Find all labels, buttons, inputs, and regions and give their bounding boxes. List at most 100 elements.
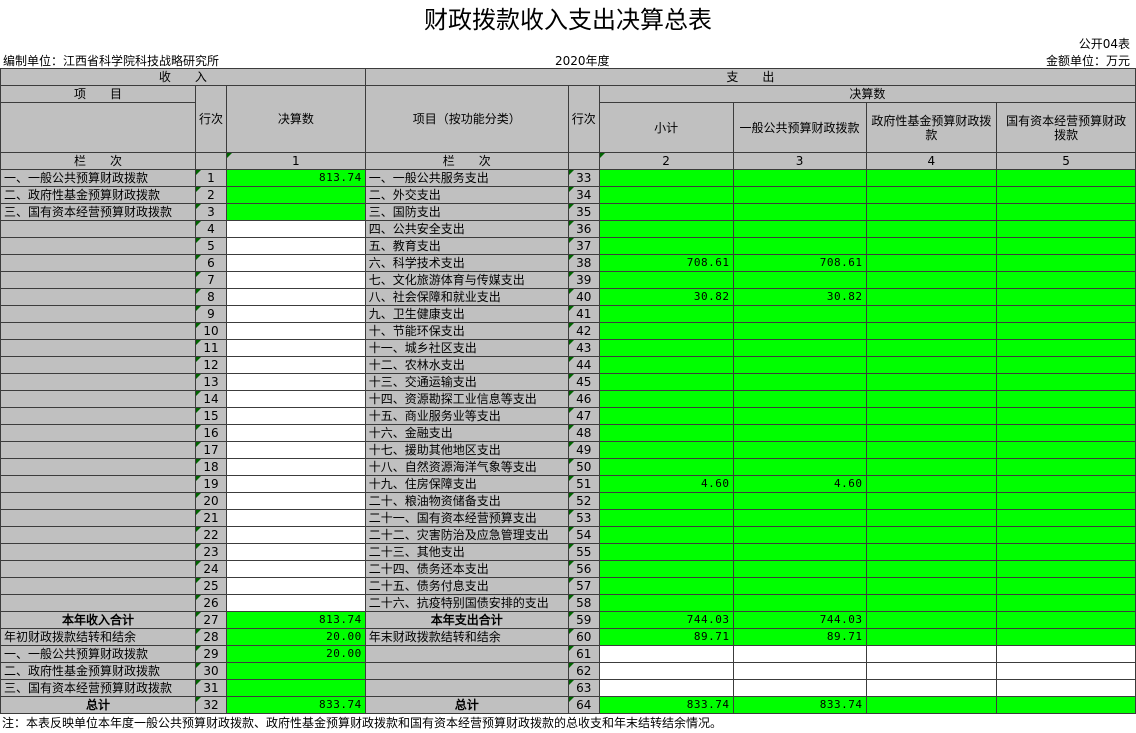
state-capital-cell[interactable] [996,526,1136,544]
general-budget-cell[interactable] [732,492,867,510]
gov-fund-cell[interactable] [865,220,998,238]
state-capital-cell[interactable] [996,271,1136,289]
general-budget-cell[interactable] [732,373,867,391]
state-capital-cell[interactable] [996,475,1136,493]
end-balance-state-capital[interactable] [996,628,1136,646]
general-budget-cell[interactable] [732,458,867,476]
general-budget-cell[interactable]: 4.60 [732,475,867,493]
gov-fund-cell[interactable] [865,543,998,561]
general-budget-cell[interactable] [732,407,867,425]
income-amount-cell[interactable] [225,373,366,391]
income-amount-cell[interactable] [225,356,366,374]
end-general-general[interactable] [732,645,867,663]
gov-fund-cell[interactable] [865,441,998,459]
general-budget-cell[interactable] [732,186,867,204]
general-budget-cell[interactable] [732,390,867,408]
general-budget-cell[interactable] [732,305,867,323]
general-budget-cell[interactable]: 30.82 [732,288,867,306]
subtotal-cell[interactable] [598,203,734,221]
end-gov-state-capital[interactable] [996,662,1136,680]
grand-income-total-amount[interactable]: 833.74 [225,696,366,714]
income-amount-cell[interactable] [225,526,366,544]
income-amount-cell[interactable] [225,186,366,204]
state-capital-cell[interactable] [996,543,1136,561]
end-gov-general[interactable] [732,662,867,680]
subtotal-cell[interactable] [598,594,734,612]
gov-fund-cell[interactable] [865,254,998,272]
income-amount-cell[interactable] [225,390,366,408]
subtotal-cell[interactable] [598,577,734,595]
year-expense-subtotal[interactable]: 744.03 [598,611,734,629]
income-amount-cell[interactable]: 813.74 [225,169,366,187]
gov-fund-cell[interactable] [865,577,998,595]
general-budget-cell[interactable] [732,271,867,289]
state-capital-cell[interactable] [996,169,1136,187]
income-amount-cell[interactable] [225,594,366,612]
gov-fund-cell[interactable] [865,594,998,612]
subtotal-cell[interactable] [598,339,734,357]
grand-expense-general[interactable]: 833.74 [732,696,867,714]
state-capital-cell[interactable] [996,373,1136,391]
state-capital-cell[interactable] [996,203,1136,221]
begin-gov-fund-amount[interactable] [225,662,366,680]
general-budget-cell[interactable] [732,577,867,595]
income-amount-cell[interactable] [225,237,366,255]
gov-fund-cell[interactable] [865,509,998,527]
income-amount-cell[interactable] [225,509,366,527]
subtotal-cell[interactable] [598,424,734,442]
state-capital-cell[interactable] [996,339,1136,357]
general-budget-cell[interactable]: 708.61 [732,254,867,272]
general-budget-cell[interactable] [732,509,867,527]
subtotal-cell[interactable]: 708.61 [598,254,734,272]
general-budget-cell[interactable] [732,169,867,187]
state-capital-cell[interactable] [996,594,1136,612]
year-expense-state-capital[interactable] [996,611,1136,629]
state-capital-cell[interactable] [996,458,1136,476]
gov-fund-cell[interactable] [865,322,998,340]
gov-fund-cell[interactable] [865,560,998,578]
begin-general-amount[interactable]: 20.00 [225,645,366,663]
subtotal-cell[interactable] [598,305,734,323]
subtotal-cell[interactable] [598,560,734,578]
subtotal-cell[interactable] [598,373,734,391]
income-amount-cell[interactable] [225,407,366,425]
general-budget-cell[interactable] [732,203,867,221]
gov-fund-cell[interactable] [865,458,998,476]
begin-balance-amount[interactable]: 20.00 [225,628,366,646]
subtotal-cell[interactable] [598,390,734,408]
subtotal-cell[interactable] [598,492,734,510]
income-amount-cell[interactable] [225,271,366,289]
gov-fund-cell[interactable] [865,237,998,255]
income-amount-cell[interactable] [225,339,366,357]
general-budget-cell[interactable] [732,543,867,561]
year-expense-general[interactable]: 744.03 [732,611,867,629]
state-capital-cell[interactable] [996,577,1136,595]
general-budget-cell[interactable] [732,526,867,544]
subtotal-cell[interactable] [598,543,734,561]
end-cap-subtotal[interactable] [598,679,734,697]
state-capital-cell[interactable] [996,407,1136,425]
subtotal-cell[interactable] [598,509,734,527]
income-amount-cell[interactable] [225,458,366,476]
year-income-total-amount[interactable]: 813.74 [225,611,366,629]
year-expense-gov-fund[interactable] [865,611,998,629]
state-capital-cell[interactable] [996,492,1136,510]
state-capital-cell[interactable] [996,186,1136,204]
state-capital-cell[interactable] [996,288,1136,306]
gov-fund-cell[interactable] [865,390,998,408]
end-gov-gov-fund[interactable] [865,662,998,680]
gov-fund-cell[interactable] [865,492,998,510]
gov-fund-cell[interactable] [865,203,998,221]
subtotal-cell[interactable] [598,271,734,289]
income-amount-cell[interactable] [225,424,366,442]
end-cap-gov-fund[interactable] [865,679,998,697]
income-amount-cell[interactable] [225,560,366,578]
subtotal-cell[interactable] [598,441,734,459]
subtotal-cell[interactable] [598,237,734,255]
gov-fund-cell[interactable] [865,526,998,544]
end-general-gov-fund[interactable] [865,645,998,663]
general-budget-cell[interactable] [732,356,867,374]
subtotal-cell[interactable] [598,322,734,340]
state-capital-cell[interactable] [996,254,1136,272]
gov-fund-cell[interactable] [865,339,998,357]
